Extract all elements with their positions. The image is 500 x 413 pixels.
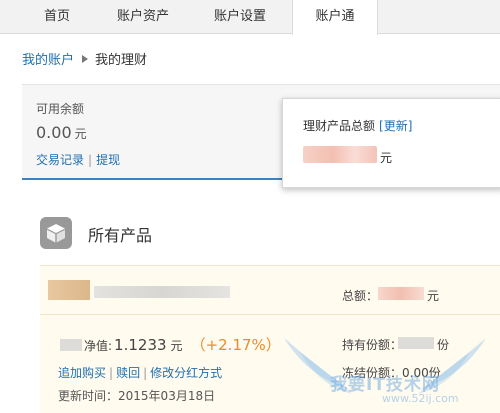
buy-more-link[interactable]: 追加购买 [58,366,106,380]
breadcrumb: 我的账户 我的理财 [22,49,147,68]
redeem-link[interactable]: 赎回 [116,366,140,380]
tab-account-settings[interactable]: 账户设置 [196,0,284,34]
action-divider: | [143,366,148,380]
product-card: 总额： 元 净值: 1.1233 元（+2.17%） 持有份额： 份 追加购买 | 赎回… [40,265,500,413]
updated-row: 更新时间：2015年03月18日 [58,387,215,404]
popup-unit: 元 [380,151,393,165]
breadcrumb-current: 我的理财 [95,53,148,68]
nav-prefix-redacted [60,339,82,351]
balance-links: 交易记录 | 提现 [36,151,120,168]
top-nav: 首页 账户资产 账户设置 账户通 [0,0,500,35]
link-divider: | [88,153,93,167]
product-total-unit: 元 [427,289,440,303]
updated-label: 更新时间： [58,389,119,403]
product-total-popup: 理财产品总额 [更新] 元 [282,98,500,188]
balance-amount: 0.00 元 [36,123,87,142]
products-title: 所有产品 [88,226,153,245]
product-total-label: 总额： [342,289,379,303]
breadcrumb-my-account[interactable]: 我的账户 [22,53,74,68]
tab-account-assets[interactable]: 账户资产 [100,0,186,34]
balance-unit: 元 [74,127,87,141]
balance-label: 可用余额 [36,102,85,116]
transactions-link[interactable]: 交易记录 [36,153,84,167]
tab-account-pass[interactable]: 账户通 [292,0,378,35]
breadcrumb-arrow-icon [82,55,89,63]
balance-value: 0.00 [36,123,72,142]
net-value-label: 净值: [84,339,113,353]
refresh-link[interactable]: [更新] [379,119,412,133]
frozen-label: 冻结份额： [342,366,403,380]
holding-label: 持有份额： [342,338,403,352]
frozen-row: 冻结份额：0.00份 [342,364,441,381]
product-card-header: 总额： 元 [40,266,500,315]
change-dividend-link[interactable]: 修改分红方式 [150,366,222,380]
holding-value-redacted [398,337,434,349]
holding-unit: 份 [437,338,450,352]
popup-title: 理财产品总额 [303,119,376,133]
frozen-value: 0.00 [402,366,429,380]
product-name-redacted [48,280,90,300]
net-value: 1.1233 [114,336,167,354]
withdraw-link[interactable]: 提现 [96,153,120,167]
net-value-change: （+2.17%） [190,336,281,354]
net-value-row: 净值: 1.1233 元 （+2.17%） [84,334,281,355]
product-actions: 追加购买 | 赎回 | 修改分红方式 [58,364,222,381]
product-total-redacted [378,287,424,300]
frozen-unit: 份 [428,366,441,380]
popup-title-row: 理财产品总额 [更新] [303,117,412,134]
cube-icon [40,217,72,249]
action-divider: | [109,366,114,380]
updated-date: 2015年03月18日 [118,389,216,403]
tab-home[interactable]: 首页 [20,0,94,34]
product-code-redacted [94,286,230,298]
total-amount-redacted [303,146,377,163]
net-value-unit: 元 [170,339,183,353]
